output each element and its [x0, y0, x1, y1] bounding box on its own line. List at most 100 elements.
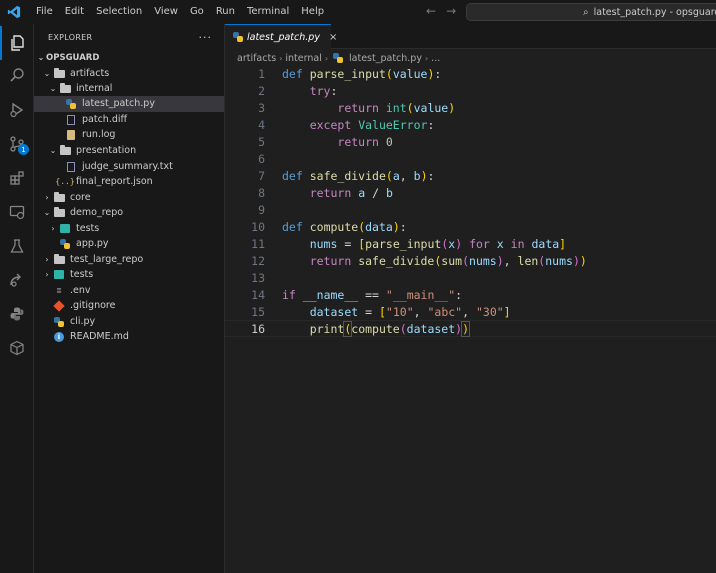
menu-bar: File Edit Selection View Go Run Terminal…	[30, 0, 330, 24]
breadcrumb-item[interactable]: internal	[285, 53, 321, 64]
line-number: 11	[251, 236, 265, 251]
source-control-icon[interactable]: 1	[0, 127, 34, 161]
tree-folder-internal[interactable]: ⌄ internal	[34, 81, 224, 97]
run-and-debug-icon[interactable]	[0, 93, 34, 127]
tree-file-latest-patch[interactable]: latest_patch.py	[34, 96, 224, 112]
tree-label: judge_summary.txt	[82, 161, 173, 173]
explorer-header: EXPLORER ···	[34, 24, 224, 50]
text-file-icon	[64, 114, 78, 125]
code-line: 1 def parse_input(value):	[225, 65, 716, 82]
tree-file-readme[interactable]: i README.md	[34, 329, 224, 345]
line-number: 14	[251, 287, 265, 302]
tree-file-judge-summary[interactable]: judge_summary.txt	[34, 159, 224, 175]
containers-icon[interactable]	[0, 331, 34, 365]
breadcrumb-item[interactable]: ...	[431, 53, 440, 64]
code-text: def compute(data):	[282, 219, 407, 234]
code-text: return 0	[337, 134, 393, 149]
tree-label: artifacts	[70, 68, 110, 80]
forward-arrow-icon[interactable]: →	[446, 4, 456, 18]
code-line: 12 return safe_divide(sum(nums), len(num…	[225, 252, 716, 269]
close-icon[interactable]: ×	[329, 32, 337, 43]
explorer-title: EXPLORER	[48, 32, 93, 42]
code-editor[interactable]: 1 def parse_input(value): 2 try: 3 retur…	[225, 65, 716, 573]
tree-label: cli.py	[70, 316, 96, 328]
tree-label: OPSGUARD	[46, 52, 100, 63]
testing-icon[interactable]	[0, 229, 34, 263]
tree-file-patch-diff[interactable]: patch.diff	[34, 112, 224, 128]
tree-label: presentation	[76, 145, 137, 157]
menu-selection[interactable]: Selection	[90, 0, 148, 24]
tree-file-cli-py[interactable]: cli.py	[34, 314, 224, 330]
tree-label: test_large_repo	[70, 254, 144, 266]
tree-label: core	[70, 192, 91, 204]
code-line: 4 except ValueError:	[225, 116, 716, 133]
tree-label: demo_repo	[70, 207, 124, 219]
more-actions-icon[interactable]: ···	[199, 31, 213, 44]
menu-view[interactable]: View	[148, 0, 184, 24]
editor-tab-latest-patch[interactable]: latest_patch.py ×	[225, 24, 337, 49]
menu-edit[interactable]: Edit	[59, 0, 90, 24]
tree-label: .gitignore	[70, 300, 116, 312]
tree-folder-demo-tests[interactable]: › tests	[34, 221, 224, 237]
tree-file-gitignore[interactable]: .gitignore	[34, 298, 224, 314]
line-number: 5	[258, 134, 265, 149]
tree-folder-demo-repo[interactable]: ⌄ demo_repo	[34, 205, 224, 221]
line-number: 1	[258, 66, 265, 81]
tree-label: final_report.json	[76, 176, 153, 188]
menu-go[interactable]: Go	[184, 0, 210, 24]
extensions-icon[interactable]	[0, 161, 34, 195]
breadcrumb-item[interactable]: artifacts	[237, 53, 276, 64]
tree-folder-tests[interactable]: › tests	[34, 267, 224, 283]
chevron-right-icon: ›	[45, 270, 49, 280]
tree-folder-presentation[interactable]: ⌄ presentation	[34, 143, 224, 159]
line-number: 16	[251, 321, 265, 336]
menu-file[interactable]: File	[30, 0, 59, 24]
tree-label: .env	[70, 285, 91, 297]
code-text: print(compute(dataset))	[309, 320, 471, 337]
command-center-search[interactable]: ⌕ latest_patch.py - opsguard - Visual St…	[466, 3, 716, 21]
python-icon[interactable]	[0, 297, 34, 331]
explorer-icon[interactable]	[0, 26, 34, 60]
tree-folder-artifacts[interactable]: ⌄ artifacts	[34, 66, 224, 82]
chevron-down-icon: ⌄	[43, 208, 51, 218]
folder-open-icon	[52, 67, 66, 78]
tree-file-app-py[interactable]: app.py	[34, 236, 224, 252]
search-icon[interactable]	[0, 58, 34, 92]
chevron-down-icon: ⌄	[49, 84, 57, 94]
menu-run[interactable]: Run	[210, 0, 241, 24]
tree-label: internal	[76, 83, 113, 95]
breadcrumb-item[interactable]: latest_patch.py	[349, 53, 422, 64]
title-bar: File Edit Selection View Go Run Terminal…	[0, 0, 716, 24]
workspace-root[interactable]: ⌄ OPSGUARD	[34, 50, 224, 66]
folder-open-icon	[58, 144, 72, 155]
tree-file-run-log[interactable]: run.log	[34, 127, 224, 143]
tree-folder-core[interactable]: › core	[34, 190, 224, 206]
code-text: def safe_divide(a, b):	[282, 168, 435, 183]
tree-folder-test-large-repo[interactable]: › test_large_repo	[34, 252, 224, 268]
tests-folder-icon	[52, 270, 66, 280]
code-line: 7 def safe_divide(a, b):	[225, 167, 716, 184]
tree-label: latest_patch.py	[82, 98, 155, 110]
tree-file-final-report[interactable]: {..} final_report.json	[34, 174, 224, 190]
tree-label: run.log	[82, 129, 116, 141]
chevron-down-icon: ⌄	[37, 53, 45, 63]
tree-file-env[interactable]: ≣ .env	[34, 283, 224, 299]
python-file-icon	[64, 98, 78, 109]
line-number: 10	[251, 219, 265, 234]
line-number: 4	[258, 117, 265, 132]
chevron-down-icon: ⌄	[49, 146, 57, 156]
chevron-right-icon: ›	[279, 53, 283, 63]
source-control-badge: 1	[18, 144, 29, 155]
code-line: 10 def compute(data):	[225, 218, 716, 235]
line-number: 8	[258, 185, 265, 200]
code-text: if __name__ == "__main__":	[282, 287, 463, 302]
search-icon: ⌕	[583, 6, 589, 18]
menu-help[interactable]: Help	[295, 0, 330, 24]
back-arrow-icon[interactable]: ←	[426, 4, 436, 18]
code-line: 9	[225, 201, 716, 218]
code-text: nums = [parse_input(x) for x in data]	[309, 236, 567, 251]
live-share-icon[interactable]	[0, 263, 34, 297]
menu-terminal[interactable]: Terminal	[241, 0, 295, 24]
code-line-current: 16 print(compute(dataset))	[225, 320, 716, 337]
remote-explorer-icon[interactable]	[0, 195, 34, 229]
